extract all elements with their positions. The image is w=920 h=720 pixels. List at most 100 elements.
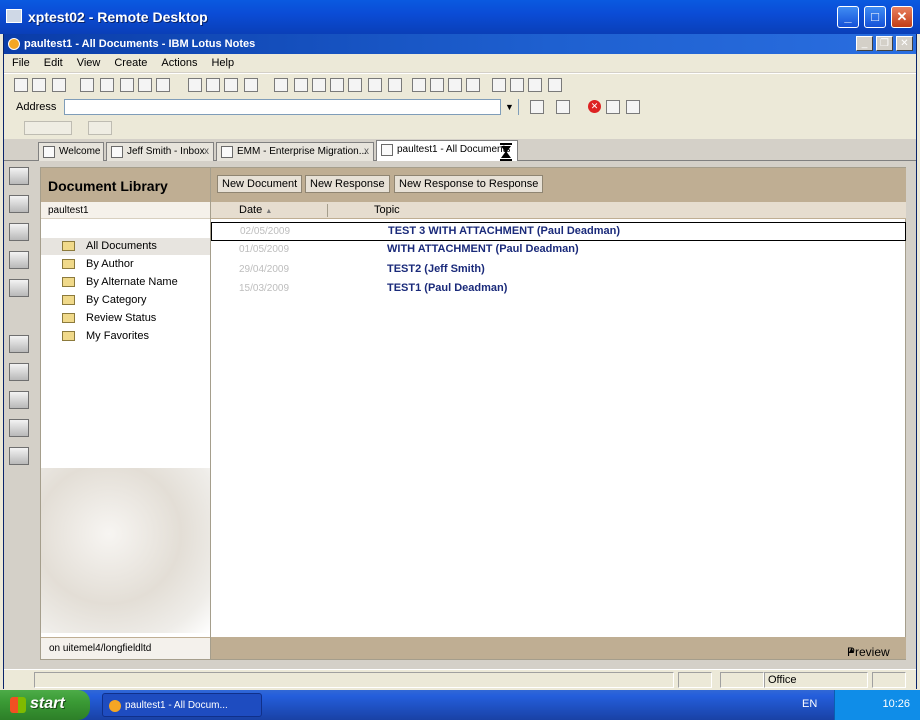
contacts-bookmark-icon[interactable] [9,223,29,241]
table-row[interactable]: 15/03/2009 TEST1 (Paul Deadman) [211,280,906,299]
search-icon[interactable] [528,78,542,92]
back-icon[interactable] [530,100,544,114]
date-column-header[interactable]: Date ▲ [239,204,272,216]
mail-bookmark-icon[interactable] [9,167,29,185]
open-icon[interactable] [52,78,66,92]
menu-actions[interactable]: Actions [153,54,203,69]
calendar-bookmark-icon[interactable] [9,195,29,213]
more-bookmarks-icon[interactable] [9,391,29,409]
clock[interactable]: 10:26 [882,698,910,710]
menu-create[interactable]: Create [106,54,153,69]
new-response-to-response-button[interactable]: New Response to Response [394,175,544,193]
language-indicator[interactable]: EN [802,698,817,710]
nav-down-icon[interactable] [274,78,288,92]
find-icon[interactable] [138,78,152,92]
view-icon[interactable] [388,78,402,92]
stop-icon[interactable]: ✕ [588,100,601,113]
forward-icon[interactable] [556,100,570,114]
inbox-status-icon[interactable] [872,672,906,688]
replicate-icon[interactable] [156,78,170,92]
preview-toggle[interactable]: Preview ▲ [211,637,906,659]
start-button[interactable]: start [0,690,90,720]
menu-help[interactable]: Help [203,54,240,69]
navigator-pane: Document Library paultest1 All Documents… [41,168,211,659]
todo-bookmark-icon[interactable] [9,251,29,269]
notes-minimize-button[interactable]: _ [856,36,873,51]
copy-icon[interactable] [206,78,220,92]
table-row[interactable]: 02/05/2009 TEST 3 WITH ATTACHMENT (Paul … [211,222,906,241]
paste-special-icon[interactable] [244,78,258,92]
menu-file[interactable]: File [4,54,36,69]
table-row[interactable]: 01/05/2009 WITH ATTACHMENT (Paul Deadman… [211,241,906,260]
mail-status-icon[interactable] [678,672,712,688]
online-status-icon[interactable] [720,672,764,688]
tab-close-icon[interactable]: x [364,146,369,157]
expand-all-icon[interactable] [448,78,462,92]
print-icon[interactable] [120,78,134,92]
new-document-button[interactable]: New Document [217,175,303,193]
prev-unread-icon[interactable] [330,78,344,92]
binoculars-icon[interactable] [510,78,524,92]
tab-label: Jeff Smith - Inbox [127,146,205,157]
next-unread-icon[interactable] [312,78,326,92]
nav-by-category[interactable]: By Category [41,292,210,309]
workspace-bookmark-icon[interactable] [9,447,29,465]
address-input[interactable] [64,99,519,115]
hourglass-cursor-icon [500,143,512,161]
search-bar-icon[interactable] [492,78,506,92]
refresh-icon[interactable] [14,78,28,92]
reload-icon[interactable] [606,100,620,114]
topic-column-header[interactable]: Topic [374,204,400,216]
new-response-button[interactable]: New Response [305,175,390,193]
tab-close-icon[interactable]: x [204,146,209,157]
bookmark-bar [4,161,34,661]
minimize-button[interactable]: _ [837,6,859,28]
nav-my-favorites[interactable]: My Favorites [41,328,210,345]
nav-item-label: Review Status [86,312,157,324]
location-selector[interactable]: Office [764,672,868,688]
nav-up-icon[interactable] [294,78,308,92]
web-search-icon[interactable] [626,100,640,114]
applications-bookmark-icon[interactable] [9,419,29,437]
documents-view: New Document New Response New Response t… [211,168,906,659]
lotus-notes-icon [8,38,20,50]
table-row[interactable]: 29/04/2009 TEST2 (Jeff Smith) [211,261,906,280]
taskbar-item-lotus-notes[interactable]: paultest1 - All Docum... [102,693,262,717]
notes-title-bar[interactable]: paultest1 - All Documents - IBM Lotus No… [4,34,916,54]
tab-emm[interactable]: EMM - Enterprise Migration... x [216,142,374,161]
nav-review-status[interactable]: Review Status [41,310,210,327]
notes-restore-button[interactable]: ❐ [876,36,893,51]
menu-view[interactable]: View [69,54,107,69]
address-dropdown-icon[interactable]: ▼ [500,99,518,115]
address-label: Address [16,101,57,113]
tab-all-documents[interactable]: paultest1 - All Documents [376,140,518,161]
menu-edit[interactable]: Edit [36,54,69,69]
close-button[interactable]: ✕ [891,6,913,28]
nav-by-alternate-name[interactable]: By Alternate Name [41,274,210,291]
paste-icon[interactable] [224,78,238,92]
collapse-all-icon[interactable] [466,78,480,92]
tab-inbox[interactable]: Jeff Smith - Inbox x [106,142,214,161]
save-icon[interactable] [32,78,46,92]
next-main-icon[interactable] [348,78,362,92]
notes-close-button[interactable]: ✕ [896,36,913,51]
expand-icon[interactable] [412,78,426,92]
tab-welcome[interactable]: Welcome [38,142,104,161]
maximize-button[interactable]: □ [864,6,886,28]
tab-label: paultest1 - All Documents [397,144,511,155]
favorites-bookmark-icon[interactable] [9,335,29,353]
prev-main-icon[interactable] [368,78,382,92]
nav-by-author[interactable]: By Author [41,256,210,273]
window-tabs: Welcome Jeff Smith - Inbox x EMM - Enter… [4,139,916,161]
nav-all-documents[interactable]: All Documents [41,238,210,255]
cut-icon[interactable] [188,78,202,92]
document-library-pane: Document Library paultest1 All Documents… [40,167,906,660]
mail-icon[interactable] [100,78,114,92]
replication-bookmark-icon[interactable] [9,279,29,297]
remote-desktop-title-bar[interactable]: xptest02 - Remote Desktop _ □ ✕ [0,0,920,34]
column-divider[interactable] [327,204,328,217]
collapse-icon[interactable] [430,78,444,92]
edit-icon[interactable] [80,78,94,92]
databases-bookmark-icon[interactable] [9,363,29,381]
table-icon[interactable] [548,78,562,92]
